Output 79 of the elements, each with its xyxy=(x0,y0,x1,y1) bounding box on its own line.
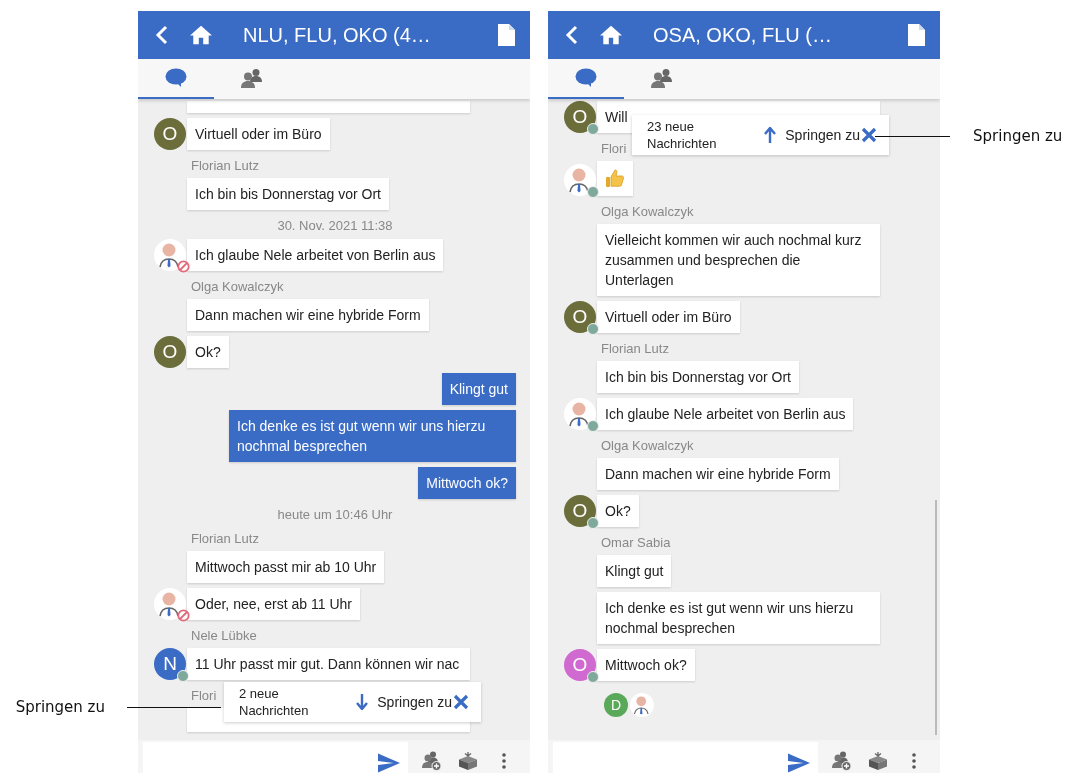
sender-name: Olga Kowalczyk xyxy=(601,205,694,219)
message-bubble: Oder, nee, erst ab 11 Uhr xyxy=(187,588,360,620)
message-bubble: Vielleicht kommen wir auch nochmal kurz zusammen und besprechen die Unterlagen xyxy=(597,224,880,296)
sender-name: Flori xyxy=(191,689,217,703)
message-bubble: Ok? xyxy=(597,495,639,527)
message-bubble: Ich glaube Nele arbeitet von Berlin aus xyxy=(187,239,444,271)
avatar: D xyxy=(604,693,628,717)
message-bubble: Mittwoch ok? xyxy=(418,467,516,499)
avatar: N xyxy=(154,648,186,680)
document-icon xyxy=(908,24,925,46)
document-icon xyxy=(498,24,515,46)
sender-name: Florian Lutz xyxy=(191,532,259,546)
message-bubble: Virtuell oder im Büro xyxy=(187,118,330,150)
message-bubble: 11 Uhr passt mir gut. Dann können wir nac xyxy=(187,648,470,680)
timestamp: 30. Nov. 2021 11:38 xyxy=(276,219,394,233)
thumbs-up-icon xyxy=(605,168,625,188)
avatar: O xyxy=(564,649,596,681)
new-messages-count: 2 neue Nachrichten xyxy=(239,685,310,719)
people-icon xyxy=(241,68,263,88)
message-bubble: Ich glaube Nele arbeitet von Berlin aus xyxy=(597,398,854,430)
avatar: O xyxy=(564,101,596,133)
avatar: O xyxy=(154,118,186,150)
avatar: O xyxy=(564,301,596,333)
home-icon xyxy=(600,25,622,45)
arrow-down-icon xyxy=(356,694,369,710)
close-icon xyxy=(861,127,877,143)
people-icon xyxy=(651,68,673,88)
message-bubble: Ich bin bis Donnerstag vor Ort xyxy=(187,178,389,210)
message-bubble: Ich denke es ist gut wenn wir uns hierzu nochmal besprechen xyxy=(597,592,880,644)
jump-link[interactable]: Springen zu xyxy=(377,694,452,710)
message-bubble: Ich denke es ist gut wenn wir uns hierzu nochmal besprechen xyxy=(229,410,516,462)
more-icon xyxy=(502,753,506,769)
sender-name: Olga Kowalczyk xyxy=(601,439,694,453)
chat-bubble-icon xyxy=(165,68,187,88)
package-icon xyxy=(868,751,888,771)
close-button[interactable] xyxy=(453,694,469,710)
document-button[interactable] xyxy=(908,24,925,46)
message-bubble: Mittwoch ok? xyxy=(597,649,695,681)
timestamp: heute um 10:46 Uhr xyxy=(276,508,394,522)
chat-title: OSA, OKO, FLU (… xyxy=(653,23,833,47)
sender-name: Florian Lutz xyxy=(601,342,669,356)
message-bubble: Ok? xyxy=(187,336,229,368)
avatar: O xyxy=(154,336,186,368)
scrollbar[interactable] xyxy=(935,500,937,735)
sender-name: Nele Lübke xyxy=(191,629,257,643)
home-button[interactable] xyxy=(600,25,622,45)
callout-label: Springen zu xyxy=(973,127,1063,145)
back-button[interactable] xyxy=(154,25,170,45)
close-icon xyxy=(453,694,469,710)
home-icon xyxy=(190,25,212,45)
document-button[interactable] xyxy=(498,24,515,46)
sender-name: Flori xyxy=(601,142,627,156)
chat-bubble-icon xyxy=(575,68,597,88)
close-button[interactable] xyxy=(861,127,877,143)
send-button[interactable] xyxy=(779,742,818,773)
back-icon xyxy=(564,25,580,45)
send-icon xyxy=(787,753,810,773)
sender-name: Olga Kowalczyk xyxy=(191,280,284,294)
callout-label: Springen zu xyxy=(15,698,105,716)
message-bubble: Mittwoch passt mir ab 10 Uhr xyxy=(187,551,385,583)
package-icon xyxy=(458,751,478,771)
send-button[interactable] xyxy=(369,742,408,773)
back-button[interactable] xyxy=(564,25,580,45)
avatar xyxy=(630,693,654,717)
message-bubble: Klingt gut xyxy=(441,373,516,405)
message-bubble: Klingt gut xyxy=(597,555,672,587)
message-bubble: Dann machen wir eine hybride Form xyxy=(187,299,429,331)
message-bubble: Virtuell oder im Büro xyxy=(597,301,740,333)
more-icon xyxy=(912,753,916,769)
send-icon xyxy=(377,753,400,773)
avatar: O xyxy=(564,495,596,527)
message-bubble: Ich bin bis Donnerstag vor Ort xyxy=(597,361,799,393)
sender-name: Florian Lutz xyxy=(191,159,259,173)
message-bubble: Dann machen wir eine hybride Form xyxy=(597,458,839,490)
back-icon xyxy=(154,25,170,45)
chat-title: NLU, FLU, OKO (4… xyxy=(243,23,432,47)
sender-name: Omar Sabia xyxy=(601,536,671,550)
arrow-up-icon xyxy=(764,127,777,143)
home-button[interactable] xyxy=(190,25,212,45)
